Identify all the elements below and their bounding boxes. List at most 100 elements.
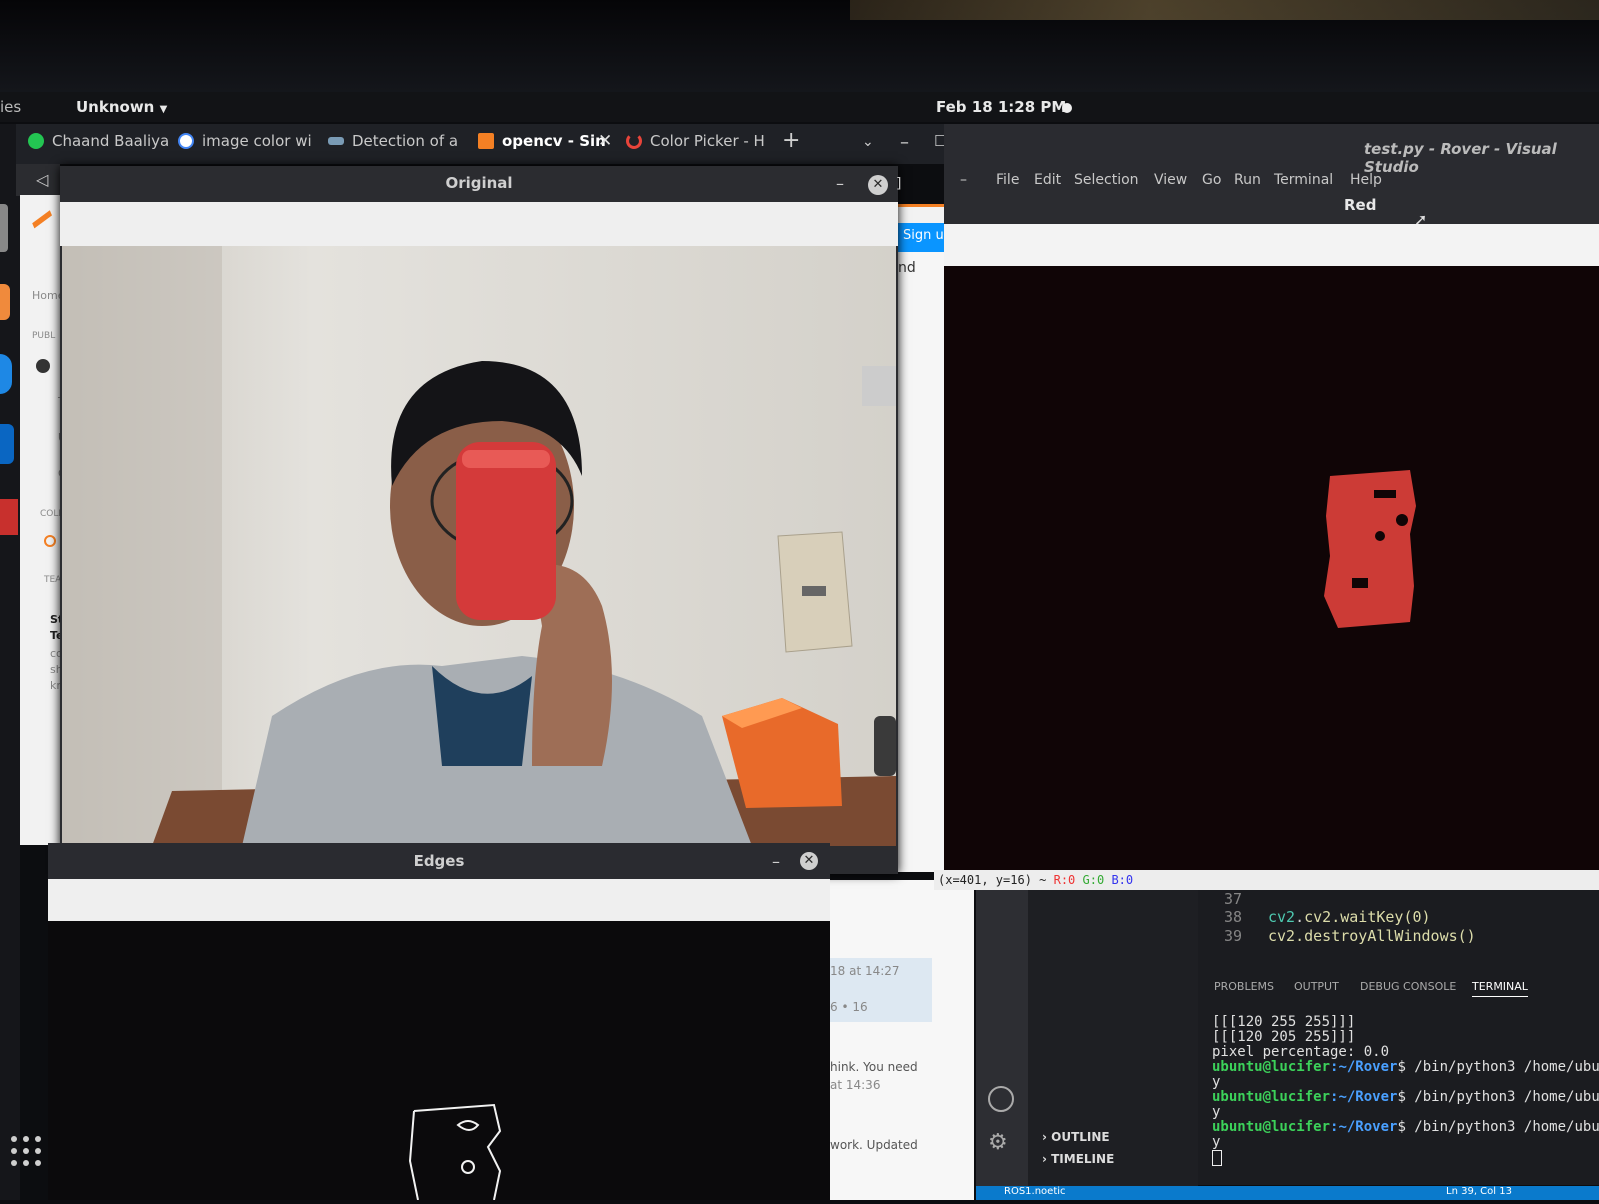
tab-output[interactable]: OUTPUT: [1294, 980, 1339, 993]
bracket-icon: ]: [896, 176, 902, 192]
spotify-icon: [28, 133, 44, 149]
vscode-panel: PROBLEMS OUTPUT DEBUG CONSOLE TERMINAL […: [1198, 970, 1599, 1185]
tab-close-icon[interactable]: ✕: [598, 131, 612, 157]
vscode-window-title: test.py - Rover - Visual Studio: [1364, 140, 1557, 176]
timeline-section[interactable]: › TIMELINE: [1042, 1152, 1114, 1166]
menu-terminal[interactable]: Terminal: [1274, 172, 1333, 188]
red-mask-blob: [1324, 470, 1416, 628]
timeline-label: TIMELINE: [1051, 1152, 1115, 1166]
stackoverflow-comments: 18 at 14:27 6 • 16 hink. You need at 14:…: [826, 880, 974, 1200]
back-arrow-icon[interactable]: ◁: [36, 170, 48, 189]
vscode-editor[interactable]: 37 38 cv2.cv2.waitKey(0) 39 cv2.destroyA…: [1198, 890, 1599, 970]
dock-app-icon[interactable]: [0, 284, 10, 320]
dock-app-icon[interactable]: [0, 499, 18, 535]
prompt-path: :~/Rover: [1330, 1059, 1398, 1075]
tab-problems[interactable]: PROBLEMS: [1214, 980, 1274, 993]
tab-list-chevron-icon[interactable]: ⌄: [862, 134, 874, 150]
clock[interactable]: Feb 18 1:28 PM: [936, 98, 1066, 116]
site-icon: [328, 137, 344, 145]
dock-app-icon[interactable]: [0, 204, 8, 252]
dock-app-icon[interactable]: [0, 424, 14, 464]
prompt-user: ubuntu@lucifer: [1212, 1059, 1331, 1075]
menu-run[interactable]: Run: [1234, 172, 1261, 188]
ubuntu-top-bar: ies Unknown ▼ Feb 18 1:28 PM: [0, 92, 1599, 122]
activities-fragment[interactable]: ies: [0, 98, 21, 116]
menu-help[interactable]: Help: [1350, 172, 1382, 188]
vscode-activity-bar: ⚙: [976, 890, 1028, 1200]
vscode-explorer: › OUTLINE › TIMELINE: [1028, 890, 1198, 1200]
window-title: Edges: [413, 852, 465, 870]
stackoverflow-logo-icon[interactable]: [32, 210, 52, 229]
menu-file[interactable]: File: [996, 172, 1019, 188]
terminal-prompt: ubuntu@lucifer:~/Rover$ /bin/python3 /ho…: [1212, 1059, 1599, 1075]
line-number: 39: [1224, 927, 1243, 945]
red-channel: R:0: [1053, 873, 1076, 887]
chevron-down-icon: ▼: [159, 104, 168, 115]
signup-button[interactable]: Sign u: [898, 220, 944, 252]
code-text: cv2.waitKey(0): [1304, 908, 1431, 926]
close-icon[interactable]: ✕: [800, 852, 818, 870]
close-icon[interactable]: ✕: [868, 175, 888, 195]
account-icon[interactable]: [988, 1086, 1014, 1112]
tab-debug-console[interactable]: DEBUG CONSOLE: [1360, 980, 1456, 993]
minimize-icon[interactable]: –: [900, 132, 909, 153]
tab[interactable]: image color wi: [178, 132, 318, 158]
original-window: Original – ✕ ]: [60, 166, 902, 874]
minimize-icon[interactable]: –: [960, 172, 967, 188]
tab[interactable]: Detection of a: [328, 132, 468, 158]
blue-channel: B:0: [1111, 873, 1134, 887]
prompt-path: :~/Rover: [1330, 1089, 1398, 1105]
so-topbar: [898, 204, 944, 223]
tab-label: Detection of a: [352, 132, 459, 150]
status-ros-env[interactable]: ROS1.noetic: [1004, 1186, 1066, 1197]
browser-tab-strip: Chaand Baaliya image color wi Detection …: [16, 124, 1001, 164]
edges-image: [48, 921, 830, 1201]
outline-section[interactable]: › OUTLINE: [1042, 1130, 1110, 1144]
terminal-output: y: [1212, 1074, 1221, 1090]
minimize-icon[interactable]: –: [772, 852, 780, 871]
prompt-user: ubuntu@lucifer: [1212, 1089, 1331, 1105]
tab-active[interactable]: opencv - Sin: [478, 132, 608, 158]
gear-icon[interactable]: ⚙: [988, 1130, 1008, 1155]
terminal-cursor[interactable]: [1212, 1150, 1222, 1166]
comment-text: work. Updated: [830, 1138, 918, 1152]
code-line: cv2.cv2.waitKey(0): [1268, 908, 1431, 926]
window-title: Red: [1344, 196, 1377, 214]
cursor-coords: (x=401, y=16) ~: [938, 873, 1047, 887]
pixel-info-statusbar: (x=401, y=16) ~ R:0 G:0 B:0: [934, 870, 1599, 890]
vscode-statusbar: ROS1.noetic Ln 39, Col 13: [976, 1186, 1599, 1200]
user-stats: 6 • 16: [830, 1000, 868, 1014]
notification-dot-icon: [1062, 103, 1072, 113]
menu-view[interactable]: View: [1154, 172, 1187, 188]
minimize-icon[interactable]: –: [836, 174, 844, 193]
so-content-strip: nd: [898, 252, 944, 872]
tab[interactable]: Chaand Baaliya: [28, 132, 168, 158]
network-menu[interactable]: Unknown ▼: [76, 98, 167, 116]
tab-terminal[interactable]: TERMINAL: [1472, 980, 1528, 997]
terminal-output: y: [1212, 1134, 1221, 1150]
terminal-output: y: [1212, 1104, 1221, 1120]
nav-section-public: PUBL: [32, 331, 56, 341]
signup-label: Sign u: [903, 228, 944, 243]
menu-selection[interactable]: Selection: [1074, 172, 1139, 188]
tab[interactable]: Color Picker - H: [626, 132, 766, 158]
menu-edit[interactable]: Edit: [1034, 172, 1061, 188]
red-mask-image: [944, 266, 1599, 870]
show-apps-icon[interactable]: [10, 1135, 42, 1167]
menu-go[interactable]: Go: [1202, 172, 1221, 188]
terminal-output: pixel percentage: 0.0: [1212, 1044, 1390, 1060]
status-cursor-position[interactable]: Ln 39, Col 13: [1446, 1186, 1512, 1197]
vscode-titlebar: test.py - Rover - Visual Studio File Edi…: [944, 124, 1599, 190]
window-title: Original: [445, 174, 513, 192]
prompt-command: $ /bin/python3 /home/ubu: [1397, 1089, 1599, 1105]
dock-app-icon[interactable]: [0, 354, 12, 394]
prompt-command: $ /bin/python3 /home/ubu: [1397, 1059, 1599, 1075]
prompt-path: :~/Rover: [1330, 1119, 1398, 1135]
terminal-prompt: ubuntu@lucifer:~/Rover$ /bin/python3 /ho…: [1212, 1119, 1599, 1135]
edge-contour: [408, 1103, 502, 1201]
terminal-output: [[[120 205 255]]]: [1212, 1029, 1356, 1045]
comment-time: at 14:36: [830, 1078, 881, 1092]
new-tab-button[interactable]: +: [782, 128, 800, 153]
background-glare: [850, 0, 1599, 20]
outline-label: OUTLINE: [1051, 1130, 1110, 1144]
